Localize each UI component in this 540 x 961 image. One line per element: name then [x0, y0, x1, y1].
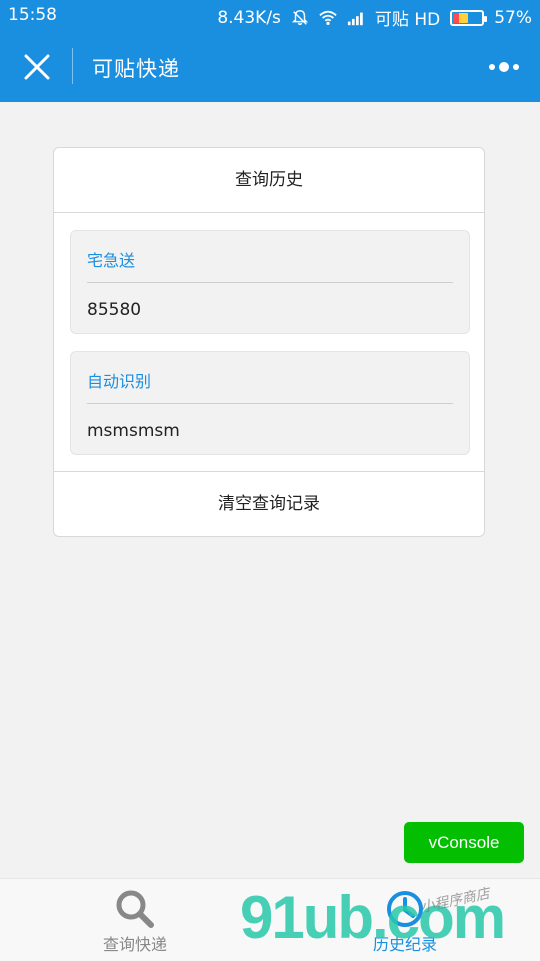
wifi-icon	[319, 10, 337, 25]
tab-history[interactable]: 历史纪录	[270, 879, 540, 961]
history-item[interactable]: 宅急送 85580	[70, 230, 470, 334]
card-title: 查询历史	[54, 148, 484, 213]
history-item[interactable]: 自动识别 msmsmsm	[70, 351, 470, 455]
battery-percent: 57%	[494, 7, 532, 28]
signal-icon	[347, 12, 363, 25]
history-card: 查询历史 宅急送 85580 自动识别 msmsmsm 清空查询记录	[53, 147, 485, 537]
item-divider	[87, 282, 453, 283]
tab-query[interactable]: 查询快递	[0, 879, 270, 961]
history-item-company: 自动识别	[87, 372, 152, 391]
history-item-company: 宅急送	[87, 251, 136, 270]
tab-bar: 查询快递 历史纪录	[0, 878, 540, 961]
page-title: 可贴快递	[92, 57, 180, 81]
item-divider	[87, 403, 453, 404]
top-bar: 15:58 8.43K/s 可贴 HD 57% 可贴快递	[0, 0, 540, 102]
nav-bar: 可贴快递	[0, 32, 540, 102]
history-item-number: msmsmsm	[87, 421, 180, 441]
tab-history-label: 历史纪录	[372, 935, 437, 954]
search-icon	[116, 890, 154, 928]
tab-query-label: 查询快递	[102, 935, 167, 954]
battery-fill	[453, 12, 469, 23]
network-speed: 8.43K/s	[217, 7, 281, 28]
status-bar: 15:58 8.43K/s 可贴 HD 57%	[0, 0, 540, 32]
clock-icon	[387, 891, 423, 927]
history-item-number: 85580	[87, 300, 142, 320]
vconsole-button[interactable]: vConsole	[404, 822, 524, 863]
battery-icon	[450, 9, 488, 26]
close-icon[interactable]	[22, 52, 52, 82]
carrier-label: 可贴 HD	[374, 10, 441, 30]
nav-divider	[72, 48, 73, 84]
more-dots-icon[interactable]	[488, 57, 520, 77]
status-right: 8.43K/s 可贴 HD 57%	[217, 5, 532, 31]
clear-history-button[interactable]: 清空查询记录	[54, 471, 484, 536]
status-time: 15:58	[8, 5, 57, 25]
bell-off-icon	[291, 9, 308, 25]
